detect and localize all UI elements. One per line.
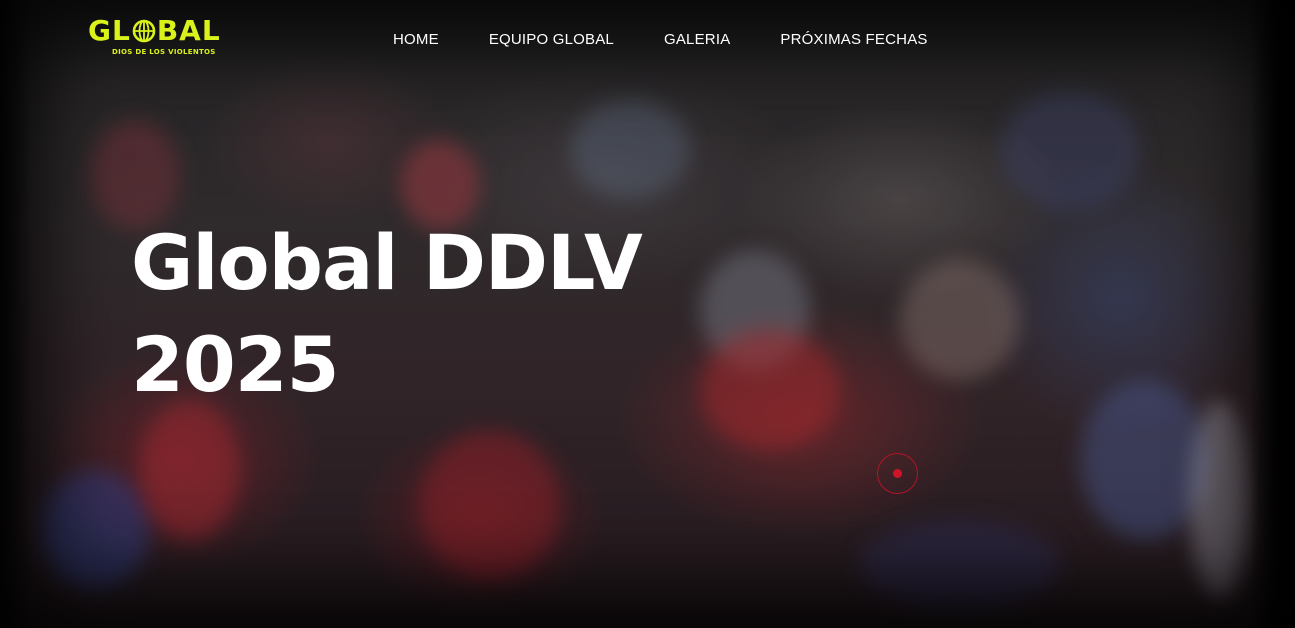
globe-icon xyxy=(132,19,156,43)
hero-title: Global DDLV 2025 xyxy=(131,212,691,416)
hero-title-line1: Global DDLV xyxy=(131,218,643,307)
logo-text-right: BAL xyxy=(156,14,221,47)
logo-text-left: GL xyxy=(88,14,131,47)
logo-wordmark: GL BAL xyxy=(88,16,248,46)
nav-item-equipo-global[interactable]: EQUIPO GLOBAL xyxy=(489,31,614,48)
main-nav: HOME EQUIPO GLOBAL GALERIA PRÓXIMAS FECH… xyxy=(393,28,928,50)
nav-item-galeria[interactable]: GALERIA xyxy=(664,31,730,48)
video-play-indicator[interactable] xyxy=(877,453,918,494)
nav-item-proximas-fechas[interactable]: PRÓXIMAS FECHAS xyxy=(780,31,927,48)
film-edge-left xyxy=(0,0,30,628)
logo-tagline: DIOS DE LOS VIOLENTOS xyxy=(112,48,216,56)
site-logo[interactable]: GL BAL DIOS DE LOS VIOLENTOS xyxy=(88,16,248,62)
record-dot-icon xyxy=(893,469,902,478)
film-edge-right xyxy=(1250,0,1295,628)
hero-title-line2: 2025 xyxy=(131,320,340,409)
nav-item-home[interactable]: HOME xyxy=(393,31,439,48)
